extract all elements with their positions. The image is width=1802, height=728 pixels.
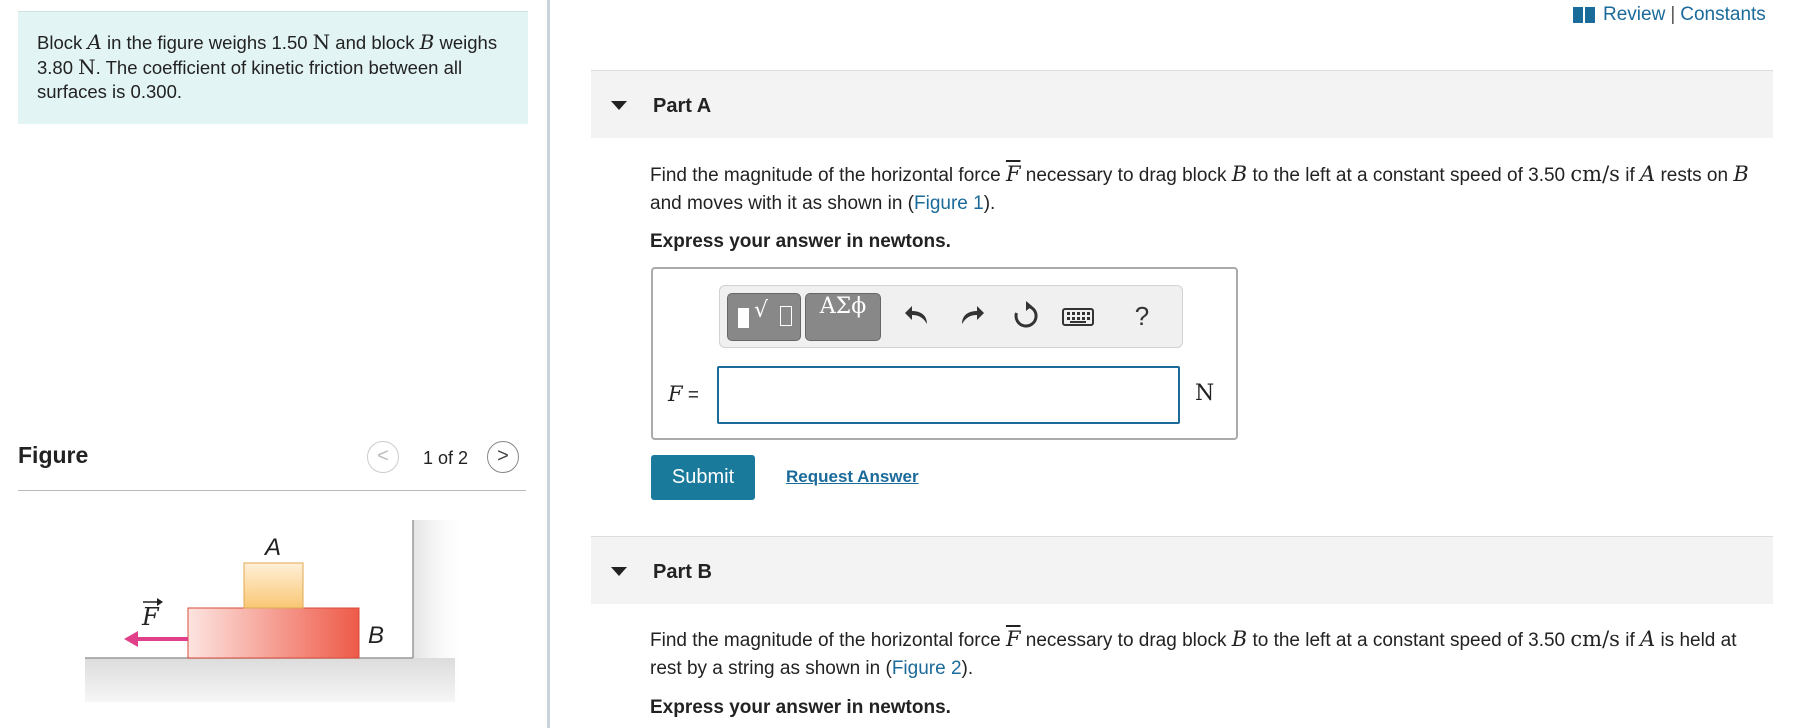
figure-title: Figure bbox=[18, 442, 89, 468]
newton-unit: N bbox=[78, 55, 96, 79]
figure-1-link[interactable]: Figure 1 bbox=[914, 193, 984, 214]
question-text: ). bbox=[983, 193, 996, 214]
part-a-instruction: Express your answer in newtons. bbox=[650, 231, 951, 252]
radical-icon: √ bbox=[754, 298, 769, 323]
part-a-header[interactable]: Part A bbox=[591, 70, 1773, 138]
greek-symbols-button[interactable]: ΑΣϕ bbox=[805, 293, 881, 341]
keyboard-icon[interactable] bbox=[1060, 300, 1096, 332]
question-text: necessary to drag block bbox=[1020, 630, 1232, 651]
left-panel: Block A in the figure weighs 1.50 N and … bbox=[0, 0, 550, 728]
block-b-symbol: B bbox=[1231, 627, 1248, 651]
part-b-label: Part B bbox=[653, 561, 712, 583]
help-icon[interactable]: ? bbox=[1126, 300, 1158, 332]
force-symbol: F bbox=[668, 382, 683, 406]
question-text: Find the magnitude of the horizontal for… bbox=[650, 165, 1006, 186]
force-symbol: F bbox=[1005, 162, 1021, 186]
block-a-label: A bbox=[263, 534, 281, 561]
block-b-symbol: B bbox=[1733, 162, 1749, 186]
part-a-label: Part A bbox=[653, 95, 712, 117]
figure-2-link[interactable]: Figure 2 bbox=[892, 658, 962, 679]
answer-label: F = bbox=[668, 382, 699, 407]
next-figure-button[interactable]: > bbox=[487, 441, 519, 473]
template-box-icon bbox=[780, 306, 792, 326]
review-link[interactable]: Review bbox=[1603, 4, 1665, 26]
collapse-triangle-icon[interactable] bbox=[611, 567, 627, 576]
part-a-question: Find the magnitude of the horizontal for… bbox=[650, 160, 1770, 218]
block-b bbox=[187, 607, 360, 659]
question-text: if bbox=[1619, 630, 1640, 651]
block-b-symbol: B bbox=[419, 30, 435, 54]
reset-icon[interactable] bbox=[1010, 300, 1042, 332]
block-a-symbol: A bbox=[1640, 162, 1656, 186]
answer-unit: N bbox=[1195, 381, 1215, 406]
review-constants-link[interactable]: Review | Constants bbox=[1573, 4, 1766, 26]
submit-button[interactable]: Submit bbox=[651, 455, 755, 500]
part-b-header[interactable]: Part B bbox=[591, 536, 1773, 604]
floor-shadow bbox=[85, 658, 455, 702]
newton-unit: N bbox=[312, 30, 331, 54]
problem-text: Block bbox=[37, 32, 88, 53]
constants-link[interactable]: Constants bbox=[1680, 4, 1766, 26]
undo-icon[interactable] bbox=[901, 300, 933, 332]
figure-image: A B F bbox=[85, 520, 463, 702]
figure-header: Figure < 1 of 2 > bbox=[18, 438, 526, 491]
redo-icon[interactable] bbox=[956, 300, 988, 332]
request-answer-link[interactable]: Request Answer bbox=[786, 467, 919, 487]
block-b-symbol: B bbox=[1231, 162, 1248, 186]
question-text: necessary to drag block bbox=[1020, 165, 1232, 186]
force-arrow-head bbox=[124, 631, 138, 647]
block-b-label: B bbox=[368, 622, 384, 649]
figure-counter: 1 of 2 bbox=[423, 448, 469, 468]
speed-unit: cm/s bbox=[1570, 162, 1620, 186]
templates-button[interactable]: √ bbox=[727, 293, 801, 341]
question-text: Find the magnitude of the horizontal for… bbox=[650, 630, 1006, 651]
question-text: and moves with it as shown in ( bbox=[650, 193, 915, 214]
equals-sign: = bbox=[682, 385, 699, 406]
previous-figure-button[interactable]: < bbox=[367, 441, 399, 473]
block-a-symbol: A bbox=[87, 30, 102, 54]
problem-text: in the figure weighs 1.50 bbox=[101, 32, 313, 53]
part-b-question: Find the magnitude of the horizontal for… bbox=[650, 625, 1770, 683]
book-icon bbox=[1573, 7, 1595, 23]
answer-box: √ ΑΣϕ ? F = N bbox=[651, 267, 1238, 440]
question-text: to the left at a constant speed of 3.50 bbox=[1247, 630, 1571, 651]
block-a bbox=[243, 562, 304, 609]
question-text: to the left at a constant speed of 3.50 bbox=[1247, 165, 1571, 186]
force-label: F bbox=[141, 603, 160, 631]
part-b-instruction: Express your answer in newtons. bbox=[650, 697, 951, 718]
math-toolbar: √ ΑΣϕ ? bbox=[719, 285, 1183, 348]
problem-text: . The coefficient of kinetic friction be… bbox=[37, 57, 463, 102]
template-square-icon bbox=[738, 308, 749, 328]
block-a-symbol: A bbox=[1640, 627, 1656, 651]
link-separator: | bbox=[1670, 4, 1676, 25]
question-text: ). bbox=[961, 658, 974, 679]
problem-statement: Block A in the figure weighs 1.50 N and … bbox=[18, 11, 528, 124]
answer-input[interactable] bbox=[717, 366, 1180, 424]
speed-unit: cm/s bbox=[1570, 627, 1620, 651]
force-symbol: F bbox=[1005, 627, 1021, 651]
problem-text: and block bbox=[330, 32, 420, 53]
force-vector-tip bbox=[157, 598, 163, 606]
question-text: if bbox=[1619, 165, 1640, 186]
question-text: rests on bbox=[1655, 165, 1734, 186]
collapse-triangle-icon[interactable] bbox=[611, 101, 627, 110]
